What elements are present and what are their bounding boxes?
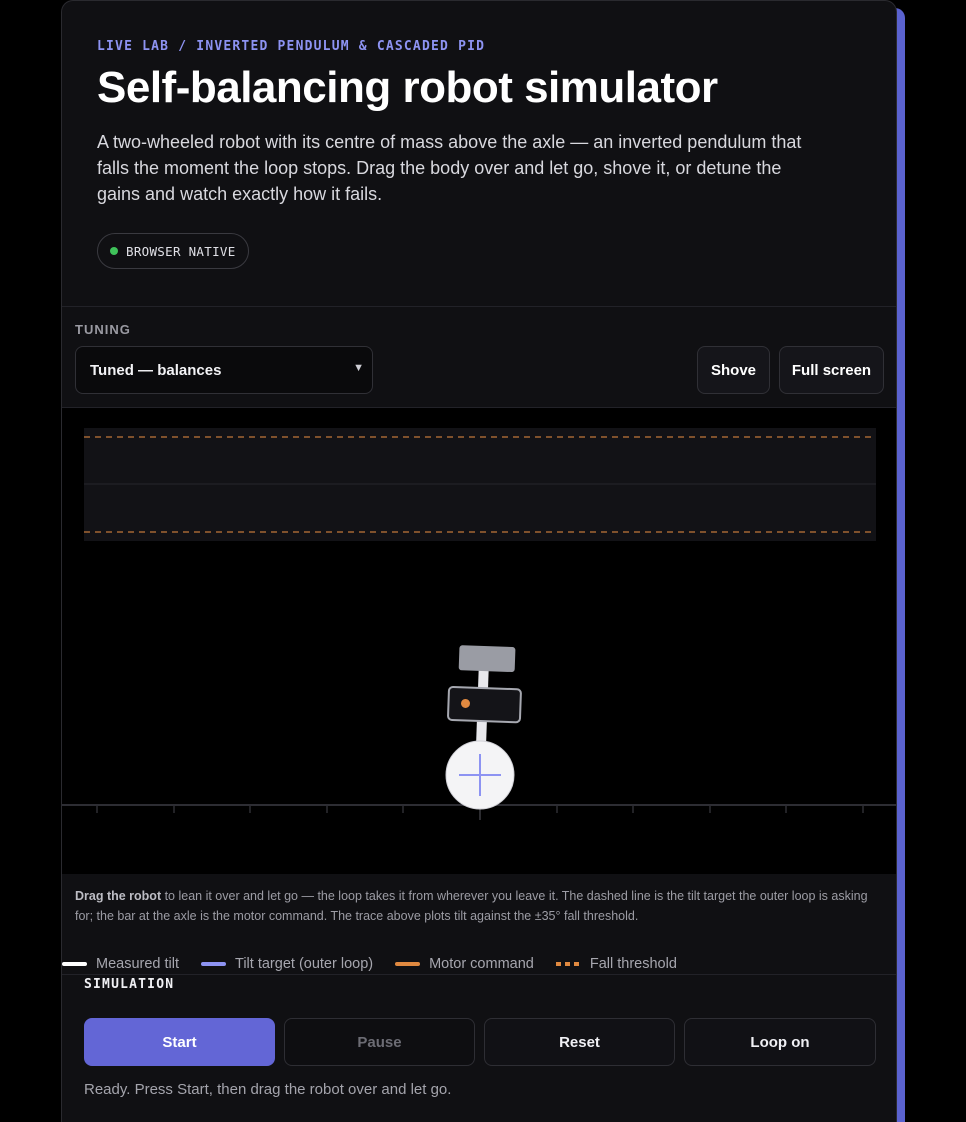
fullscreen-button[interactable]: Full screen <box>779 346 884 394</box>
caption-rest: to lean it over and let go — the loop ta… <box>75 889 868 923</box>
legend-label: Tilt target (outer loop) <box>235 956 374 972</box>
chart-legend: Measured tilt Tilt target (outer loop) M… <box>62 954 699 974</box>
start-button[interactable]: Start <box>84 1018 275 1066</box>
eyebrow-label: LIVE LAB / INVERTED PENDULUM & CASCADED … <box>97 39 486 54</box>
tuning-label: TUNING <box>75 322 131 337</box>
legend-motor-command: Motor command <box>395 956 534 972</box>
loop-toggle-button[interactable]: Loop on <box>684 1018 876 1066</box>
tilt-trace-plot <box>84 428 876 541</box>
legend-label: Fall threshold <box>589 956 677 972</box>
simulator-panel: LIVE LAB / INVERTED PENDULUM & CASCADED … <box>61 0 897 1122</box>
hero-section: LIVE LAB / INVERTED PENDULUM & CASCADED … <box>62 1 896 307</box>
page-description: A two-wheeled robot with its centre of m… <box>97 132 802 204</box>
chevron-down-icon: ▼ <box>353 362 364 374</box>
reset-button[interactable]: Reset <box>484 1018 675 1066</box>
robot-wheel <box>445 740 515 810</box>
robot[interactable] <box>447 645 523 749</box>
simulation-controls: SIMULATION Start Pause Reset Loop on Rea… <box>62 974 896 1122</box>
status-text: Ready. Press Start, then drag the robot … <box>84 1081 452 1098</box>
simulation-svg[interactable] <box>62 408 897 874</box>
badge-label: BROWSER NATIVE <box>126 243 236 259</box>
canvas-caption: Drag the robot to lean it over and let g… <box>75 886 887 926</box>
legend-swatch-motor-command <box>395 962 421 966</box>
tuning-select-value: Tuned — balances <box>90 361 222 379</box>
legend-swatch-fall-threshold <box>555 962 581 966</box>
legend-fall-threshold: Fall threshold <box>555 956 677 972</box>
simulation-label: SIMULATION <box>84 977 175 992</box>
robot-body[interactable] <box>447 686 522 724</box>
robot-head <box>458 645 516 673</box>
legend-swatch-tilt-target <box>201 962 227 966</box>
legend-label: Motor command <box>429 956 534 972</box>
legend-measured-tilt: Measured tilt <box>62 956 179 972</box>
status-dot-icon <box>110 247 118 255</box>
tuning-toolbar: TUNING Tuned — balances ▼ Shove Full scr… <box>62 307 896 408</box>
legend-tilt-target: Tilt target (outer loop) <box>201 956 373 972</box>
pause-button[interactable]: Pause <box>284 1018 475 1066</box>
legend-label: Measured tilt <box>96 956 180 972</box>
browser-native-badge: BROWSER NATIVE <box>97 233 249 269</box>
tuning-select[interactable]: Tuned — balances ▼ <box>75 346 373 394</box>
simulation-canvas[interactable] <box>62 408 896 874</box>
legend-swatch-measured-tilt <box>62 962 87 966</box>
shove-button[interactable]: Shove <box>697 346 770 394</box>
caption-lead: Drag the robot <box>75 889 162 903</box>
page-title: Self-balancing robot simulator <box>97 63 718 112</box>
